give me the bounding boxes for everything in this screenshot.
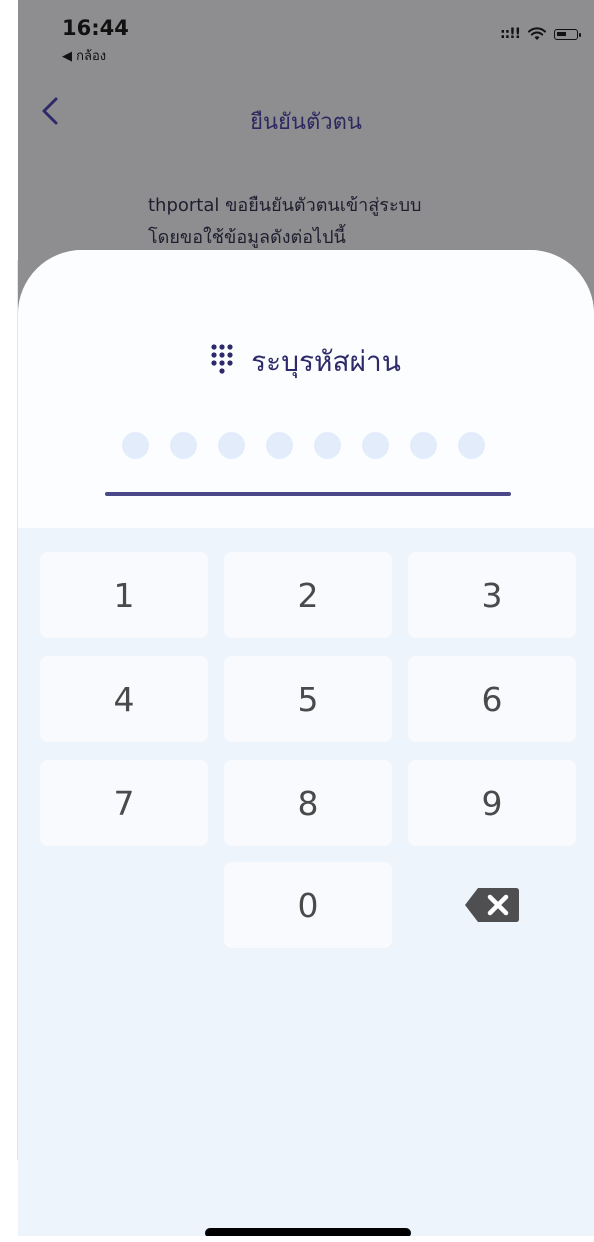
wifi-icon [528,27,546,40]
keypad-key-0[interactable]: 0 [224,862,392,948]
pin-dot [122,432,149,459]
pin-header: ระบุรหัสผ่าน [18,340,594,384]
signal-icon: ::!! [500,26,521,42]
pin-underline [105,492,511,496]
keypad-key-7[interactable]: 7 [40,760,208,846]
left-margin [0,0,18,1242]
consent-line-1: thportal ขอยืนยันตัวตนเข้าสู่ระบบ [148,195,422,216]
keypad-key-6[interactable]: 6 [408,656,576,742]
pin-dots [122,432,485,459]
pin-bottom-sheet: ระบุรหัสผ่าน 1 2 3 4 5 6 7 8 9 0 [18,250,594,1236]
consent-message: thportal ขอยืนยันตัวตนเข้าสู่ระบบ โดยขอใ… [148,190,421,254]
keypad-key-9[interactable]: 9 [408,760,576,846]
status-icons: ::!! [500,26,581,42]
backspace-icon [465,888,519,922]
home-indicator[interactable] [205,1228,411,1236]
pin-entry-area: ระบุรหัสผ่าน [18,250,594,528]
pin-label: ระบุรหัสผ่าน [251,345,401,378]
keypad-key-3[interactable]: 3 [408,552,576,638]
status-time: 16:44 [62,16,129,40]
return-to-app-link[interactable]: ◀ กล้อง [62,45,106,66]
pin-dot [314,432,341,459]
pin-dot [458,432,485,459]
keypad-key-5[interactable]: 5 [224,656,392,742]
battery-icon [554,28,581,40]
pin-dot [266,432,293,459]
keypad-key-1[interactable]: 1 [40,552,208,638]
pin-dot [218,432,245,459]
keypad-key-4[interactable]: 4 [40,656,208,742]
delete-button[interactable] [408,862,576,948]
pin-dot [362,432,389,459]
keypad-key-2[interactable]: 2 [224,552,392,638]
keypad-icon [211,344,233,374]
pin-dot [410,432,437,459]
phone-screen: 16:44 ◀ กล้อง ::!! ยืนยันตัวตน thportal … [18,0,594,1236]
keypad-key-8[interactable]: 8 [224,760,392,846]
pin-dot [170,432,197,459]
page-title: ยืนยันตัวตน [250,110,362,135]
